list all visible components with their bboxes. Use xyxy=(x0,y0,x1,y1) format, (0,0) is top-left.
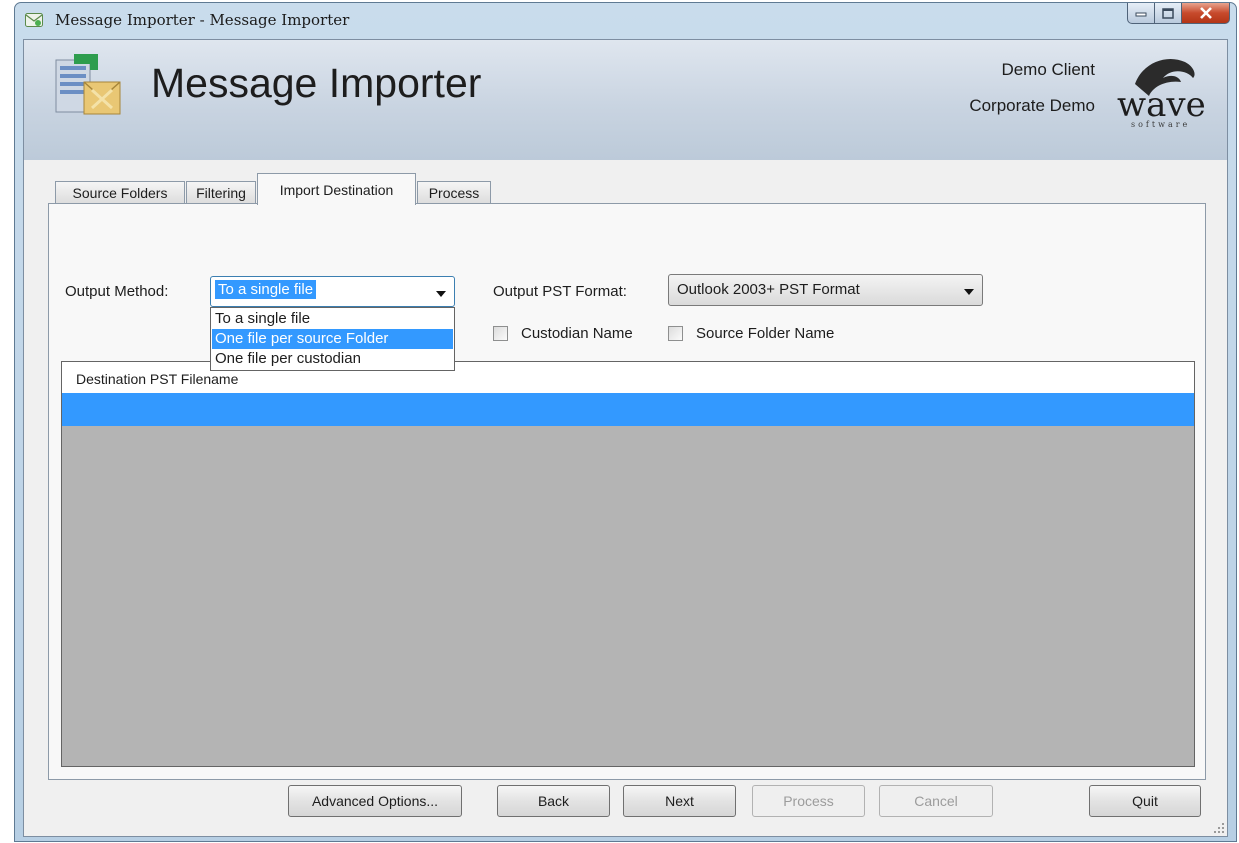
resize-grip-icon[interactable] xyxy=(1213,822,1225,834)
window-title: Message Importer - Message Importer xyxy=(55,11,350,29)
output-pst-format-label: Output PST Format: xyxy=(493,283,627,300)
wave-software-logo: wave software xyxy=(1117,58,1206,129)
import-destination-panel: Output Method: To a single file To a sin… xyxy=(48,203,1206,780)
title-bar[interactable]: Message Importer - Message Importer xyxy=(15,3,1236,39)
checkbox-box[interactable] xyxy=(668,326,683,341)
process-button: Process xyxy=(752,785,865,817)
maximize-button[interactable] xyxy=(1155,3,1182,24)
chevron-down-icon[interactable] xyxy=(436,291,446,297)
tab-filtering[interactable]: Filtering xyxy=(186,181,256,204)
destination-grid: Destination PST Filename xyxy=(61,361,1195,767)
output-method-dropdown-list: To a single file One file per source Fol… xyxy=(210,307,455,371)
chevron-down-icon[interactable] xyxy=(964,289,974,295)
close-icon xyxy=(1199,7,1212,19)
tab-import-destination[interactable]: Import Destination xyxy=(257,173,416,205)
dropdown-option-per-custodian[interactable]: One file per custodian xyxy=(212,349,453,369)
cancel-button: Cancel xyxy=(879,785,993,817)
svg-text:software: software xyxy=(1131,120,1190,129)
client-area: Message Importer Demo Client Corporate D… xyxy=(23,39,1228,837)
checkbox-box[interactable] xyxy=(493,326,508,341)
source-folder-name-checkbox[interactable]: Source Folder Name xyxy=(668,325,834,342)
back-button[interactable]: Back xyxy=(497,785,610,817)
minimize-button[interactable] xyxy=(1127,3,1155,24)
next-button[interactable]: Next xyxy=(623,785,736,817)
quit-button[interactable]: Quit xyxy=(1089,785,1201,817)
output-pst-format-select[interactable]: Outlook 2003+ PST Format xyxy=(668,274,983,306)
output-pst-format-value: Outlook 2003+ PST Format xyxy=(677,281,860,298)
dropdown-option-single-file[interactable]: To a single file xyxy=(212,309,453,329)
corporate-name: Corporate Demo xyxy=(969,96,1095,115)
tab-source-folders[interactable]: Source Folders xyxy=(55,181,185,204)
client-name: Demo Client xyxy=(1001,60,1095,79)
close-button[interactable] xyxy=(1182,3,1230,24)
maximize-icon xyxy=(1162,7,1174,19)
dropdown-option-per-source-folder[interactable]: One file per source Folder xyxy=(212,329,453,349)
app-window: Message Importer - Message Importer Mess… xyxy=(14,2,1237,842)
output-method-value: To a single file xyxy=(215,280,317,299)
output-method-select[interactable]: To a single file xyxy=(210,276,455,307)
custodian-name-label: Custodian Name xyxy=(521,325,633,342)
table-row[interactable] xyxy=(62,393,1194,426)
header-banner: Message Importer Demo Client Corporate D… xyxy=(24,40,1227,160)
tab-process[interactable]: Process xyxy=(417,181,491,204)
envelope-icon xyxy=(25,13,43,27)
svg-text:wave: wave xyxy=(1117,85,1206,125)
destination-pst-filename-header: Destination PST Filename xyxy=(76,371,239,387)
custodian-name-checkbox[interactable]: Custodian Name xyxy=(493,325,633,342)
app-logo-icon xyxy=(55,54,121,115)
minimize-icon xyxy=(1135,12,1147,17)
advanced-options-button[interactable]: Advanced Options... xyxy=(288,785,462,817)
source-folder-name-label: Source Folder Name xyxy=(696,325,835,342)
app-title: Message Importer xyxy=(151,60,482,106)
output-method-label: Output Method: xyxy=(65,283,169,300)
